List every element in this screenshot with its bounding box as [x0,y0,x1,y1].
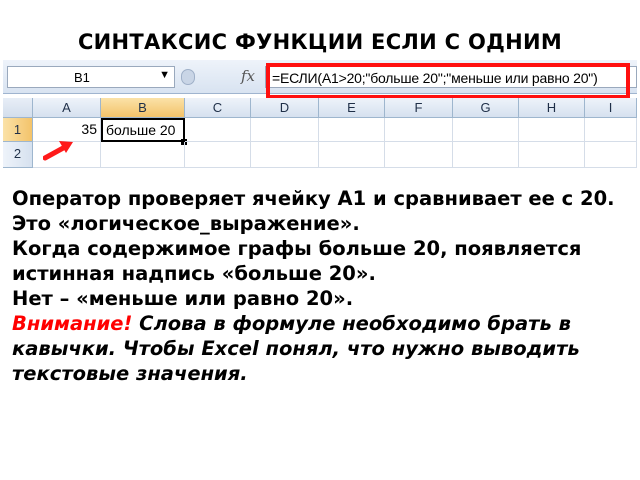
column-header-h[interactable]: H [519,98,585,118]
row-header-1[interactable]: 1 [3,118,33,142]
cell-b2[interactable] [101,142,185,168]
warning-paragraph: Внимание! Слова в формуле необходимо бра… [12,311,632,386]
cell-f2[interactable] [385,142,453,168]
cell-g2[interactable] [453,142,519,168]
cell-e1[interactable] [319,118,385,142]
text-line-1: Оператор проверяет ячейку А1 и сравнивае… [12,187,615,210]
text-line-3: Когда содержимое графы больше 20, появля… [12,237,582,285]
warning-label: Внимание! [12,312,133,335]
cell-c1[interactable] [185,118,251,142]
excel-screenshot: B1 ▼ fx =ЕСЛИ(A1>20;"больше 20";"меньше … [3,60,637,168]
column-header-e[interactable]: E [319,98,385,118]
select-all-corner[interactable] [3,98,33,118]
cell-i1[interactable] [585,118,637,142]
slide-title: СИНТАКСИС ФУНКЦИИ ЕСЛИ С ОДНИМ [77,30,563,54]
column-header-b[interactable]: B [101,98,185,118]
text-line-2: Это «логическое_выражение». [12,212,360,235]
red-arrow-icon [43,141,73,161]
column-header-a[interactable]: A [33,98,101,118]
column-header-f[interactable]: F [385,98,453,118]
cell-h1[interactable] [519,118,585,142]
column-header-i[interactable]: I [585,98,637,118]
cell-e2[interactable] [319,142,385,168]
explanation-text: Оператор проверяет ячейку А1 и сравнивае… [12,186,632,386]
cell-d2[interactable] [251,142,319,168]
name-box[interactable]: B1 ▼ [7,66,175,88]
text-line-4: Нет – «меньше или равно 20». [12,287,354,310]
spreadsheet-grid: A B C D E F G H I 1 2 35 больше 20 [3,98,637,168]
column-header-g[interactable]: G [453,98,519,118]
cell-f1[interactable] [385,118,453,142]
splitter-handle[interactable] [181,69,195,85]
cell-g1[interactable] [453,118,519,142]
cell-b1[interactable]: больше 20 [101,118,185,142]
row-header-2[interactable]: 2 [3,142,33,168]
cell-c2[interactable] [185,142,251,168]
column-header-c[interactable]: C [185,98,251,118]
cell-h2[interactable] [519,142,585,168]
formula-bar: B1 ▼ fx =ЕСЛИ(A1>20;"больше 20";"меньше … [3,60,637,99]
name-box-value: B1 [74,70,90,85]
cell-d1[interactable] [251,118,319,142]
chevron-down-icon[interactable]: ▼ [159,69,170,81]
formula-highlight-frame [266,63,630,99]
cell-i2[interactable] [585,142,637,168]
column-header-d[interactable]: D [251,98,319,118]
fx-icon[interactable]: fx [241,67,255,85]
